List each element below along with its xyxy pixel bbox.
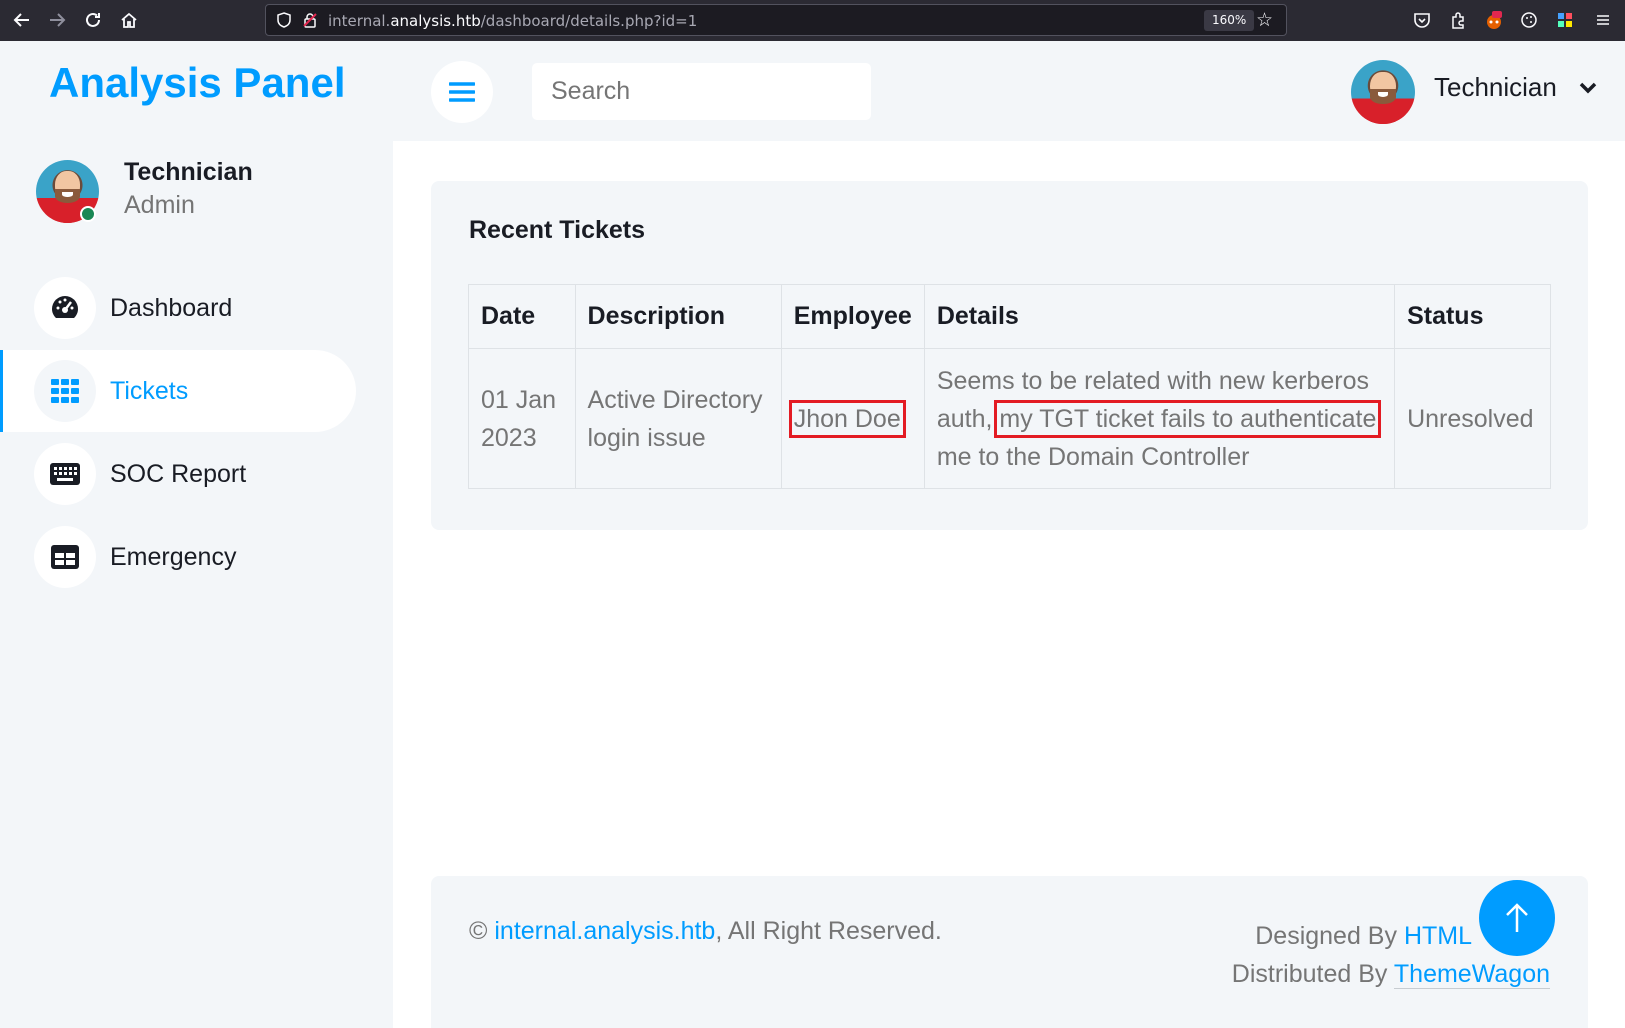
sidebar-item-label: Emergency <box>110 542 237 571</box>
back-to-top-button[interactable] <box>1479 880 1555 956</box>
sidebar-item-dashboard[interactable]: Dashboard <box>0 267 356 349</box>
highlighted-details: my TGT ticket fails to authenticate <box>994 399 1382 438</box>
column-header-employee: Employee <box>780 284 925 349</box>
bookmark-star-icon[interactable]: ☆ <box>1256 9 1273 32</box>
search-input[interactable] <box>532 63 871 120</box>
cookie-icon[interactable] <box>1518 9 1540 31</box>
cell-status: Unresolved <box>1394 348 1551 489</box>
column-header-description: Description <box>574 284 782 349</box>
navbar-avatar[interactable] <box>1351 60 1415 124</box>
column-header-details: Details <box>923 284 1396 349</box>
column-header-date: Date <box>468 284 576 349</box>
hamburger-icon <box>449 82 475 102</box>
cell-details: Seems to be related with new kerberos aut… <box>923 348 1396 489</box>
zoom-level[interactable]: 160% <box>1204 10 1255 31</box>
sidebar-item-label: Tickets <box>110 376 189 405</box>
card-title: Recent Tickets <box>469 216 646 244</box>
back-icon[interactable] <box>10 8 34 32</box>
keyboard-icon <box>34 443 96 505</box>
sidebar-item-soc-report[interactable]: SOC Report <box>0 433 356 515</box>
fox-extension-icon[interactable] <box>1483 9 1505 31</box>
reload-icon[interactable] <box>81 8 105 32</box>
designer-link[interactable]: HTML <box>1404 922 1472 950</box>
grid-icon <box>34 360 96 422</box>
page: Analysis Panel Technician Admin Dashboar… <box>0 41 1625 1028</box>
sidebar-item-label: Dashboard <box>110 293 233 322</box>
sidebar-user-role: Admin <box>124 191 195 219</box>
sidebar: Analysis Panel Technician Admin Dashboar… <box>0 41 393 1028</box>
table-icon <box>34 526 96 588</box>
navbar-user-name[interactable]: Technician <box>1434 72 1557 103</box>
menu-icon[interactable] <box>1592 9 1614 31</box>
footer: © internal.analysis.htb, All Right Reser… <box>431 876 1588 1028</box>
sidebar-item-emergency[interactable]: Emergency <box>0 516 356 598</box>
online-status-dot <box>80 206 96 222</box>
distributor-link[interactable]: ThemeWagon <box>1393 960 1550 989</box>
shield-icon[interactable] <box>276 12 292 28</box>
home-icon[interactable] <box>117 8 141 32</box>
gauge-icon <box>34 277 96 339</box>
sidebar-item-tickets[interactable]: Tickets <box>0 350 356 432</box>
table-row: 01 Jan 2023 Active Directory login issue J… <box>468 348 1551 489</box>
copyright-text: © internal.analysis.htb, All Right Reser… <box>469 917 942 945</box>
top-navbar: Technician <box>393 41 1625 141</box>
chevron-down-icon[interactable] <box>1579 81 1597 95</box>
cell-employee: Jhon Doe <box>780 348 925 489</box>
multicolor-extension-icon[interactable] <box>1554 9 1576 31</box>
highlighted-employee: Jhon Doe <box>788 399 906 438</box>
cell-date: 01 Jan 2023 <box>468 348 576 489</box>
sidebar-user-name: Technician <box>124 158 253 186</box>
sidebar-toggle-button[interactable] <box>431 61 493 123</box>
forward-icon[interactable] <box>45 8 69 32</box>
url-text[interactable]: internal.analysis.htb/dashboard/details.… <box>328 12 697 30</box>
extensions-icon[interactable] <box>1447 9 1469 31</box>
brand-logo[interactable]: Analysis Panel <box>49 59 345 107</box>
tickets-table: Date Description Employee Details Status… <box>468 284 1551 489</box>
table-header-row: Date Description Employee Details Status <box>468 284 1551 349</box>
insecure-lock-icon[interactable] <box>302 12 318 28</box>
browser-toolbar: internal.analysis.htb/dashboard/details.… <box>0 0 1625 41</box>
column-header-status: Status <box>1394 284 1551 349</box>
site-link[interactable]: internal.analysis.htb <box>494 917 715 945</box>
sidebar-item-label: SOC Report <box>110 459 247 488</box>
address-bar[interactable]: internal.analysis.htb/dashboard/details.… <box>265 4 1287 36</box>
pocket-icon[interactable] <box>1411 9 1433 31</box>
cell-description: Active Directory login issue <box>574 348 782 489</box>
recent-tickets-card: Recent Tickets Date Description Employee… <box>431 181 1588 530</box>
arrow-up-icon <box>1506 903 1528 932</box>
